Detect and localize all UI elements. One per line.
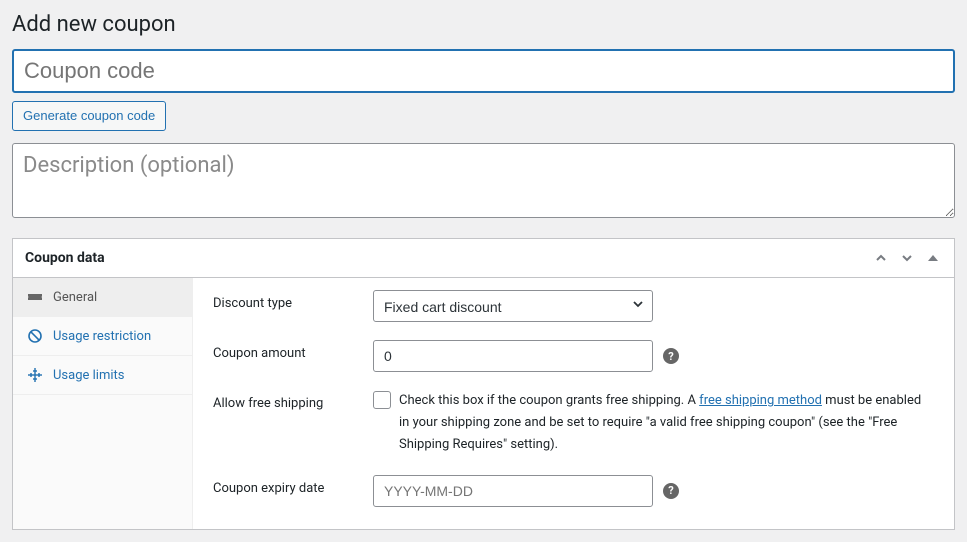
help-icon[interactable]: ? — [663, 483, 679, 499]
panel-up-icon[interactable] — [872, 249, 890, 267]
panel-down-icon[interactable] — [898, 249, 916, 267]
no-entry-icon — [27, 328, 43, 344]
expiry-date-input[interactable] — [373, 475, 653, 507]
panel-body: General Usage restriction — [13, 278, 954, 528]
panel-header: Coupon data — [13, 239, 954, 278]
ticket-icon — [27, 289, 43, 305]
tab-label: Usage restriction — [53, 329, 151, 344]
panel-title: Coupon data — [25, 250, 105, 266]
free-shipping-label: Allow free shipping — [213, 390, 373, 411]
tab-usage-restriction[interactable]: Usage restriction — [13, 317, 192, 356]
help-icon[interactable]: ? — [663, 348, 679, 364]
coupon-amount-input[interactable] — [373, 340, 653, 372]
tab-general[interactable]: General — [13, 278, 192, 317]
tabs-sidebar: General Usage restriction — [13, 278, 193, 528]
sliders-icon — [27, 367, 43, 383]
free-shipping-method-link[interactable]: free shipping method — [699, 393, 822, 408]
description-input[interactable] — [12, 143, 955, 218]
free-shipping-row: Allow free shipping Check this box if th… — [213, 390, 934, 456]
tab-content: Discount type Fixed cart discount Coupon… — [193, 278, 954, 528]
expiry-date-label: Coupon expiry date — [213, 475, 373, 496]
coupon-data-panel: Coupon data General — [12, 238, 955, 529]
discount-type-select[interactable]: Fixed cart discount — [373, 290, 653, 322]
coupon-amount-row: Coupon amount ? — [213, 340, 934, 372]
tab-label: Usage limits — [53, 368, 124, 383]
tab-usage-limits[interactable]: Usage limits — [13, 356, 192, 395]
discount-type-label: Discount type — [213, 290, 373, 311]
panel-controls — [872, 249, 942, 267]
tab-label: General — [53, 290, 97, 305]
discount-type-row: Discount type Fixed cart discount — [213, 290, 934, 322]
panel-toggle-icon[interactable] — [924, 249, 942, 267]
coupon-code-input[interactable] — [12, 49, 955, 93]
coupon-amount-label: Coupon amount — [213, 340, 373, 361]
expiry-date-row: Coupon expiry date ? — [213, 475, 934, 507]
page-title: Add new coupon — [12, 12, 955, 37]
free-shipping-checkbox[interactable] — [373, 391, 391, 409]
free-shipping-description: Check this box if the coupon grants free… — [399, 390, 934, 456]
generate-coupon-button[interactable]: Generate coupon code — [12, 101, 166, 131]
